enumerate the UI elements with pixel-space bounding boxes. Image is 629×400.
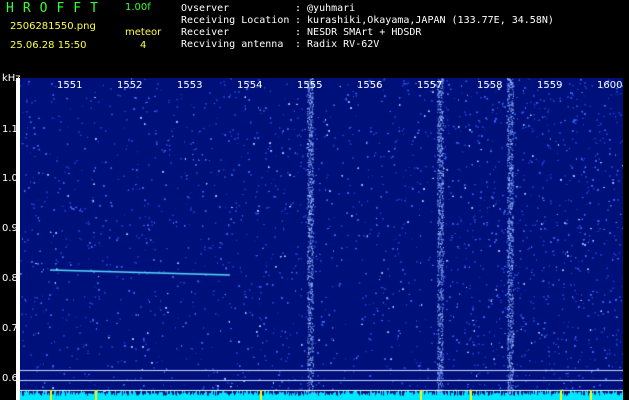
app-title: HROFFT: [6, 1, 107, 16]
version-label: 1.00f: [125, 2, 151, 13]
x-tick: 1600: [597, 80, 623, 91]
x-tick: 1557: [417, 80, 443, 91]
x-tick: 1558: [477, 80, 503, 91]
receiver-value: : NESDR SMArt + HDSDR: [295, 27, 422, 38]
y-tick: 1.0: [2, 173, 18, 184]
x-tick: 1553: [177, 80, 203, 91]
location-label: Receiving Location: [181, 15, 290, 26]
x-tick: 1551: [57, 80, 83, 91]
meteor-count: 4: [140, 40, 147, 51]
x-tick: 1554: [237, 80, 263, 91]
y-tick: 0.9: [2, 223, 18, 234]
x-tick: 1552: [117, 80, 143, 91]
y-tick: 1.1: [2, 124, 18, 135]
x-tick: 1555: [297, 80, 323, 91]
datetime-label: 25.06.28 15:50: [10, 40, 87, 51]
antenna-value: : Radix RV-62V: [295, 39, 380, 50]
x-tick: 1559: [537, 80, 563, 91]
receiver-label: Receiver: [181, 27, 230, 38]
filename-label: 2506281550.png: [10, 21, 96, 32]
location-value: : kurashiki,Okayama,JAPAN (133.77E, 34.5…: [295, 15, 554, 26]
antenna-label: Recviving antenna: [181, 39, 284, 50]
y-axis-unit: kHz: [2, 73, 21, 84]
spectrogram-canvas: [20, 78, 623, 400]
observer-value: : @yuhmari: [295, 3, 356, 14]
x-tick: 1556: [357, 80, 383, 91]
observer-label: Ovserver: [181, 3, 230, 14]
y-tick: 0.6: [2, 373, 18, 384]
y-tick: 0.8: [2, 273, 18, 284]
meteor-label: meteor: [125, 27, 162, 38]
y-tick: 0.7: [2, 323, 18, 334]
